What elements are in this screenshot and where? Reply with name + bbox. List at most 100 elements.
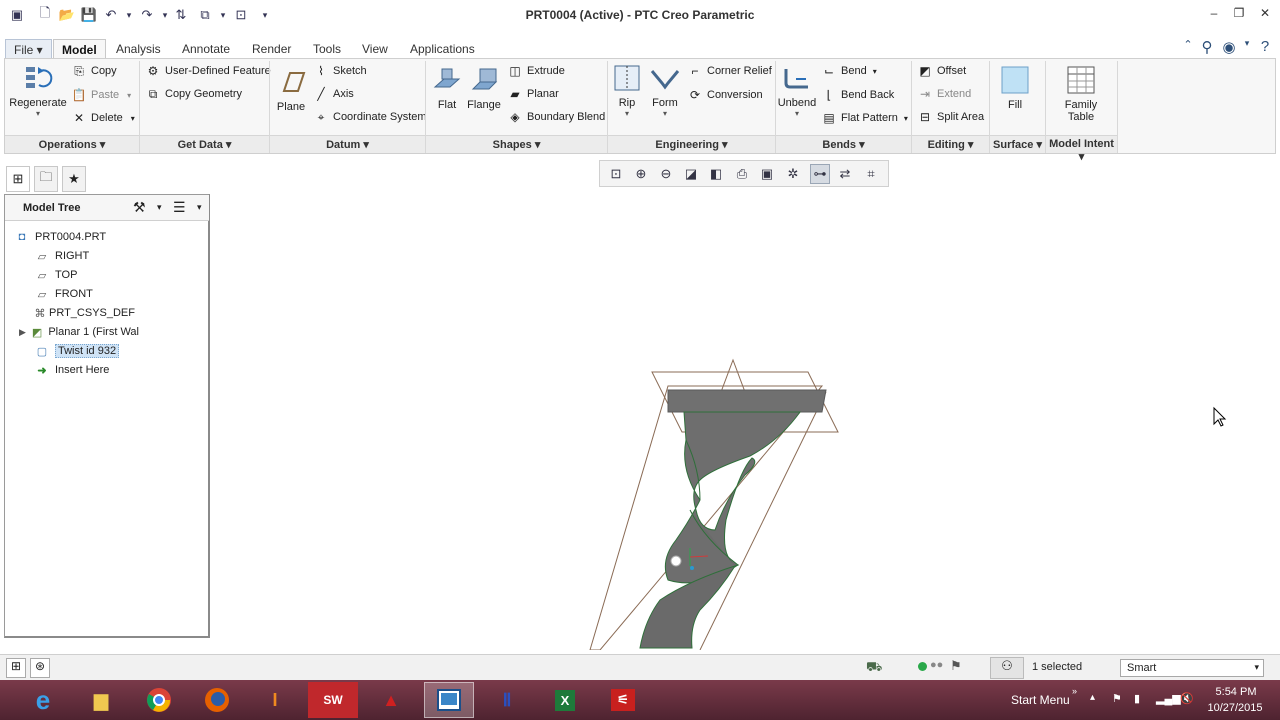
display-style-icon[interactable]: ◧ (706, 164, 726, 184)
copy-button[interactable]: ⎘ Copy (71, 61, 117, 81)
saved-orientations-icon[interactable]: ⎙ (732, 164, 752, 184)
tree-item-insert-here[interactable]: ➜ Insert Here (35, 361, 109, 379)
unbend-button[interactable]: Unbend ▾ (777, 63, 817, 118)
inventor-icon[interactable]: I (250, 682, 300, 718)
zoom-out-icon[interactable]: ⊖ (656, 164, 676, 184)
regenerate-button[interactable]: Regenerate ▾ (9, 63, 67, 118)
action-center-icon[interactable]: ⚑ (1112, 692, 1122, 705)
zoom-in-icon[interactable]: ⊕ (631, 164, 651, 184)
group-datum[interactable]: Datum ▾ (270, 135, 425, 153)
ptc-community-icon[interactable]: ◉ (1220, 38, 1238, 56)
close-button[interactable]: ✕ (1254, 6, 1276, 24)
start-menu-label[interactable]: Start Menu (1011, 693, 1070, 707)
tab-tools[interactable]: Tools (305, 39, 349, 58)
tree-item-front[interactable]: ▱ FRONT (35, 285, 93, 303)
clock-date[interactable]: 10/27/2015 (1200, 702, 1270, 714)
show-dropdown-icon[interactable]: ▾ (197, 202, 202, 213)
bend-back-button[interactable]: ⌊ Bend Back (821, 85, 895, 105)
family-table-button[interactable]: Family Table (1057, 65, 1105, 123)
favorites-tab-icon[interactable]: ★ (62, 166, 86, 192)
refit-icon[interactable]: ⊡ (606, 164, 626, 184)
group-shapes[interactable]: Shapes ▾ (426, 135, 607, 153)
tree-item-planar[interactable]: ▶ ◩ Planar 1 (First Wall) (19, 323, 139, 341)
copy-geometry-button[interactable]: ⧉ Copy Geometry (145, 84, 242, 104)
plane-button[interactable]: Plane (271, 67, 311, 113)
tree-item-twist[interactable]: ▢ Twist id 932 (35, 342, 120, 360)
minimize-button[interactable]: – (1203, 6, 1225, 24)
tab-view[interactable]: View (354, 39, 396, 58)
creo-taskbar-icon[interactable] (424, 682, 474, 718)
corner-relief-button[interactable]: ⌐ Corner Relief (687, 61, 771, 81)
bend-button[interactable]: ⌙ Bend ▾ (821, 61, 877, 81)
split-area-button[interactable]: ⊟ Split Area (917, 107, 984, 127)
internet-explorer-icon[interactable]: e (18, 682, 68, 718)
help-icon[interactable]: ? (1256, 38, 1274, 56)
flat-button[interactable]: Flat (429, 65, 465, 111)
group-editing[interactable]: Editing ▾ (912, 135, 989, 153)
tab-analysis[interactable]: Analysis (108, 39, 169, 58)
firefox-icon[interactable] (192, 682, 242, 718)
acrobat-icon[interactable]: ⚟ (598, 682, 648, 718)
perspective-view-icon[interactable]: ⌗ (861, 164, 881, 184)
coordinate-system-button[interactable]: ⌖ Coordinate System (313, 107, 427, 127)
show-options-icon[interactable]: ☰ (173, 199, 186, 216)
group-surface[interactable]: Surface ▾ (990, 135, 1045, 153)
volume-icon[interactable]: 🔇 (1180, 692, 1194, 705)
file-explorer-icon[interactable]: ▆ (76, 682, 126, 718)
view-manager-icon[interactable]: ▣ (757, 164, 777, 184)
expand-arrow-icon[interactable]: ▶ (19, 327, 26, 338)
udf-button[interactable]: ⚙ User-Defined Feature (145, 61, 271, 81)
fill-button[interactable]: Fill (995, 65, 1035, 111)
delete-button[interactable]: ✕ Delete ▾ (71, 108, 135, 128)
tree-item-top[interactable]: ▱ TOP (35, 266, 78, 284)
regen-status-icon[interactable]: ⛟ (866, 659, 882, 677)
tab-render[interactable]: Render (244, 39, 299, 58)
excel-icon[interactable]: X (540, 682, 590, 718)
spin-center-icon[interactable]: ⊶ (810, 164, 830, 184)
twist-surface[interactable] (664, 411, 801, 584)
tree-settings-dropdown-icon[interactable]: ▾ (157, 202, 162, 213)
community-dropdown-icon[interactable]: ▾ (1238, 38, 1256, 56)
find-binoculars-icon[interactable]: ⚇ (990, 657, 1024, 679)
clock-time[interactable]: 5:54 PM (1206, 686, 1266, 698)
solidworks-icon[interactable]: SW (308, 682, 358, 718)
tree-settings-icon[interactable]: ⚒ (133, 199, 146, 216)
search-icon[interactable]: ⚲ (1198, 38, 1216, 56)
flag-icon[interactable]: ⚑ (950, 658, 962, 674)
offset-button[interactable]: ◩ Offset (917, 61, 966, 81)
form-button[interactable]: Form ▾ (647, 63, 683, 118)
model-tree-tab-icon[interactable]: ⊞ (6, 166, 30, 192)
tree-item-csys[interactable]: ⌘ PRT_CSYS_DEF (33, 304, 136, 322)
collapse-ribbon-icon[interactable]: ⌃ (1179, 38, 1197, 56)
axis-button[interactable]: ╱ Axis (313, 84, 353, 104)
drag-handle-marker[interactable] (670, 555, 682, 567)
creo-launcher-icon[interactable]: Ⅱ (482, 682, 532, 718)
paste-button[interactable]: 📋 Paste ▾ (71, 85, 132, 105)
datum-display-filters-icon[interactable]: ✲ (783, 164, 803, 184)
folder-browser-tab-icon[interactable]: 🗀 (34, 166, 58, 192)
toggle-navigator-icon[interactable]: ⊞ (6, 658, 26, 678)
tree-item-part[interactable]: ◘ PRT0004.PRT (15, 228, 106, 246)
toggle-browser-icon[interactable]: ⊛ (30, 658, 50, 678)
network-icon[interactable]: ▂▄▆ (1156, 692, 1181, 705)
tab-file[interactable]: File ▾ (5, 39, 52, 58)
flange-button[interactable]: Flange (465, 65, 503, 111)
power-icon[interactable]: ▮ (1134, 692, 1140, 705)
group-bends[interactable]: Bends ▾ (776, 135, 911, 153)
autocad-icon[interactable]: ▲ (366, 682, 416, 718)
maximize-button[interactable]: ❐ (1228, 6, 1250, 24)
extrude-button[interactable]: ◫ Extrude (507, 61, 565, 81)
group-get-data[interactable]: Get Data ▾ (140, 135, 269, 153)
tab-model[interactable]: Model (53, 39, 106, 58)
tab-applications[interactable]: Applications (402, 39, 483, 58)
tree-item-right[interactable]: ▱ RIGHT (35, 247, 89, 265)
annotation-display-icon[interactable]: ⇄ (835, 164, 855, 184)
chrome-icon[interactable] (134, 682, 184, 718)
boundary-blend-button[interactable]: ◈ Boundary Blend (507, 107, 605, 127)
extend-button[interactable]: ⇥ Extend (917, 84, 971, 104)
selection-filter-dropdown[interactable]: Smart ▾ (1120, 659, 1264, 677)
rip-button[interactable]: Rip ▾ (609, 63, 645, 118)
conversion-button[interactable]: ⟳ Conversion (687, 85, 763, 105)
graphics-window[interactable] (212, 190, 1280, 651)
sketch-button[interactable]: ⌇ Sketch (313, 61, 367, 81)
